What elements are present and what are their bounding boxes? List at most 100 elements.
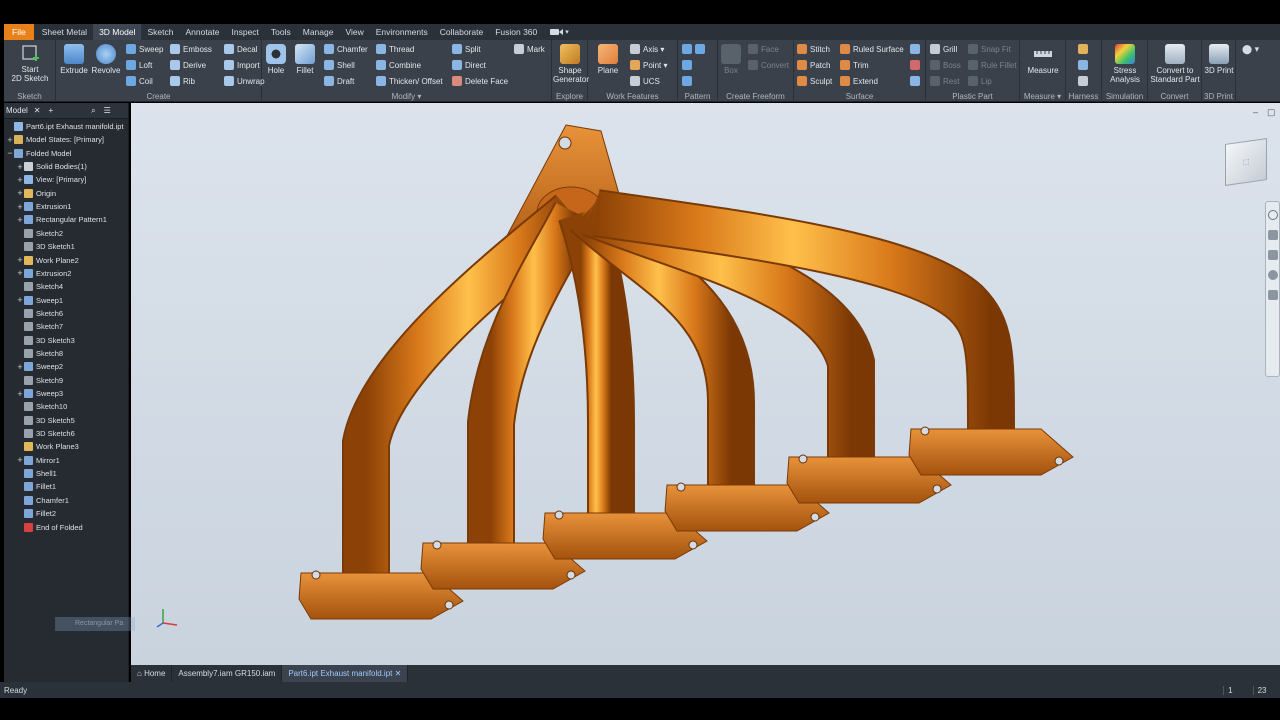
harness-btn-1[interactable] <box>1078 44 1091 54</box>
graphics-viewport[interactable]: ⬚ – ▢ Rectangular Pa <box>55 103 1280 665</box>
replace-face-button[interactable] <box>910 44 923 54</box>
decal-button[interactable]: Decal <box>224 44 257 54</box>
extrude-button[interactable]: Extrude <box>59 42 89 75</box>
tree-item[interactable]: + Origin <box>4 187 56 200</box>
tree-item[interactable]: Sketch6 <box>4 307 63 320</box>
tree-item[interactable]: End of Folded <box>4 521 83 534</box>
tree-item[interactable]: Fillet1 <box>4 480 56 493</box>
tab-tools[interactable]: Tools <box>265 24 297 40</box>
orbit-icon[interactable] <box>1268 270 1278 280</box>
tree-expander-icon[interactable]: + <box>6 135 14 145</box>
mark-button[interactable]: Mark <box>514 44 545 54</box>
tree-item[interactable]: Sketch2 <box>4 227 63 240</box>
stitch-button[interactable]: Stitch <box>797 44 830 54</box>
3d-print-button[interactable]: 3D Print <box>1203 42 1235 75</box>
tree-item[interactable]: Sketch9 <box>4 374 63 387</box>
tree-item[interactable]: + Model States: [Primary] <box>4 133 104 146</box>
tree-item[interactable]: 3D Sketch5 <box>4 414 75 427</box>
tree-expander-icon[interactable]: + <box>16 455 24 465</box>
plane-button[interactable]: Plane <box>590 42 626 75</box>
tree-expander-icon[interactable]: + <box>16 202 24 212</box>
home-tab[interactable]: ⌂ Home <box>131 665 173 682</box>
patch-button[interactable]: Patch <box>797 60 830 70</box>
doc-tab-assembly7[interactable]: Assembly7.iam GR150.iam <box>172 665 283 682</box>
hole-button[interactable]: Hole <box>264 42 288 75</box>
tree-item[interactable]: Work Plane3 <box>4 440 79 453</box>
delete-face-button[interactable]: Delete Face <box>452 76 508 86</box>
rest-button[interactable]: Rest <box>930 76 959 86</box>
menu-icon[interactable]: ☰ <box>104 106 111 115</box>
trim-button[interactable]: Trim <box>840 60 869 70</box>
tree-expander-icon[interactable]: + <box>16 255 24 265</box>
thread-button[interactable]: Thread <box>376 44 414 54</box>
tree-item[interactable]: − Folded Model <box>4 147 71 160</box>
tab-sheet-metal[interactable]: Sheet Metal <box>36 24 93 40</box>
harness-btn-2[interactable] <box>1078 60 1091 70</box>
search-icon[interactable]: ⌕ <box>91 106 95 116</box>
boss-button[interactable]: Boss <box>930 60 961 70</box>
box-button[interactable]: Box <box>720 42 742 75</box>
tree-item[interactable]: Chamfer1 <box>4 494 69 507</box>
tree-item[interactable]: + View: [Primary] <box>4 173 86 186</box>
tree-item[interactable]: + Work Plane2 <box>4 254 78 267</box>
ribbon-options-button[interactable]: ⬤ ▾ <box>1242 44 1259 55</box>
tab-inspect[interactable]: Inspect <box>226 24 265 40</box>
tab-manage[interactable]: Manage <box>297 24 340 40</box>
face-button[interactable]: Face <box>748 44 779 54</box>
direct-button[interactable]: Direct <box>452 60 486 70</box>
tree-item[interactable]: + Rectangular Pattern1 <box>4 213 107 226</box>
tree-expander-icon[interactable]: + <box>16 295 24 305</box>
tree-expander-icon[interactable]: + <box>16 268 24 278</box>
sweep-button[interactable]: Sweep <box>126 44 163 54</box>
tab-collaborate[interactable]: Collaborate <box>434 24 489 40</box>
rule-fillet-button[interactable]: Rule Fillet <box>968 60 1017 70</box>
look-at-icon[interactable] <box>1268 290 1278 300</box>
axis-button[interactable]: Axis ▾ <box>630 44 664 54</box>
tab-annotate[interactable]: Annotate <box>179 24 225 40</box>
steering-wheel-icon[interactable] <box>1268 210 1278 220</box>
tree-expander-icon[interactable]: + <box>16 362 24 372</box>
tab-3d-model[interactable]: 3D Model <box>93 24 142 40</box>
ruled-surface-button[interactable]: Ruled Surface <box>840 44 904 54</box>
panel-label-measure[interactable]: Measure ▾ <box>1020 92 1065 101</box>
convert-to-standard-part-button[interactable]: Convert to Standard Part <box>1150 42 1200 84</box>
pan-icon[interactable] <box>1268 230 1278 240</box>
stress-analysis-button[interactable]: Stress Analysis <box>1104 42 1146 84</box>
tree-item[interactable]: 3D Sketch6 <box>4 427 75 440</box>
tree-item[interactable]: Sketch8 <box>4 347 63 360</box>
repair-button[interactable] <box>910 60 923 70</box>
tree-item[interactable]: + Sweep3 <box>4 387 63 400</box>
convert-freeform-button[interactable]: Convert <box>748 60 789 70</box>
tree-expander-icon[interactable]: + <box>16 188 24 198</box>
emboss-button[interactable]: Emboss <box>170 44 212 54</box>
ucs-button[interactable]: UCS <box>630 76 660 86</box>
snap-fit-button[interactable]: Snap Fit <box>968 44 1011 54</box>
tab-environments[interactable]: Environments <box>370 24 434 40</box>
tree-expander-icon[interactable]: + <box>16 162 24 172</box>
tab-sketch[interactable]: Sketch <box>141 24 179 40</box>
tab-fusion-360[interactable]: Fusion 360 <box>489 24 543 40</box>
loft-button[interactable]: Loft <box>126 60 152 70</box>
tab-file[interactable]: File <box>4 24 34 40</box>
zoom-icon[interactable] <box>1268 250 1278 260</box>
coil-button[interactable]: Coil <box>126 76 153 86</box>
tree-expander-icon[interactable]: + <box>16 389 24 399</box>
tab-options[interactable]: ▾ <box>549 27 569 37</box>
thicken-offset-button[interactable]: Thicken/ Offset <box>376 76 443 86</box>
tree-item[interactable]: Sketch4 <box>4 280 63 293</box>
shell-button[interactable]: Shell <box>324 60 355 70</box>
extend-button[interactable]: Extend <box>840 76 878 86</box>
rect-pattern-button[interactable] <box>682 44 708 54</box>
tree-item[interactable]: + Extrusion1 <box>4 200 71 213</box>
derive-button[interactable]: Derive <box>170 60 206 70</box>
tree-item[interactable]: + Sweep1 <box>4 294 63 307</box>
measure-button[interactable]: Measure <box>1022 42 1064 75</box>
chamfer-button[interactable]: Chamfer <box>324 44 368 54</box>
tree-item[interactable]: 3D Sketch3 <box>4 334 75 347</box>
start-2d-sketch-button[interactable]: Start 2D Sketch <box>8 41 52 83</box>
tree-item[interactable]: Shell1 <box>4 467 57 480</box>
tree-expander-icon[interactable]: − <box>6 148 14 158</box>
shape-generator-button[interactable]: Shape Generator <box>553 42 589 84</box>
fillet-button[interactable]: Fillet <box>292 42 318 75</box>
mirror-button[interactable] <box>682 76 695 86</box>
